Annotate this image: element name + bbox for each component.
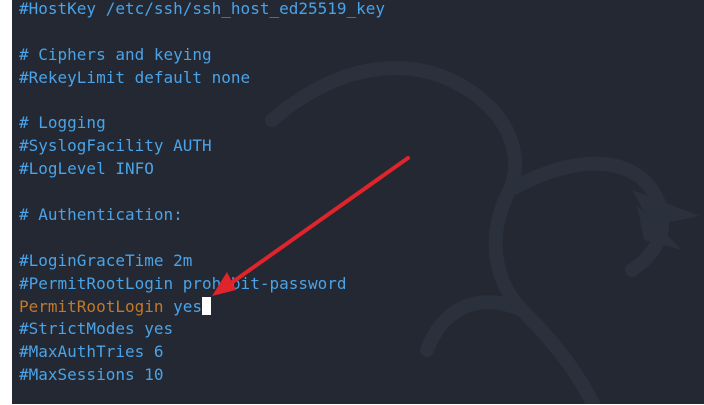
comment-line: #MaxAuthTries 6 [19, 342, 164, 362]
comment-line: #StrictModes yes [19, 319, 174, 339]
comment-line: # Authentication: [19, 205, 183, 225]
comment-line: #LoginGraceTime 2m [19, 250, 193, 270]
text-cursor [202, 296, 212, 315]
comment-line: #HostKey /etc/ssh/ssh_host_ed25519_key [19, 0, 386, 18]
terminal-window[interactable]: #HostKey /etc/ssh/ssh_host_ed25519_key #… [12, 0, 704, 404]
comment-line: #LogLevel INFO [19, 159, 154, 179]
comment-line: # Logging [19, 113, 106, 133]
directive-key: PermitRootLogin [19, 296, 164, 316]
screenshot-frame: #HostKey /etc/ssh/ssh_host_ed25519_key #… [0, 0, 704, 405]
comment-line: #PermitRootLogin prohibit-password [19, 273, 347, 293]
sshd-config-text[interactable]: #HostKey /etc/ssh/ssh_host_ed25519_key #… [19, 0, 385, 387]
comment-line: #SyslogFacility AUTH [19, 136, 212, 156]
comment-line: # Ciphers and keying [19, 44, 212, 64]
comment-line: #RekeyLimit default none [19, 67, 251, 87]
comment-line: #MaxSessions 10 [19, 365, 164, 385]
directive-value: yes [173, 296, 203, 316]
directive-line: PermitRootLogin yes [19, 296, 385, 319]
